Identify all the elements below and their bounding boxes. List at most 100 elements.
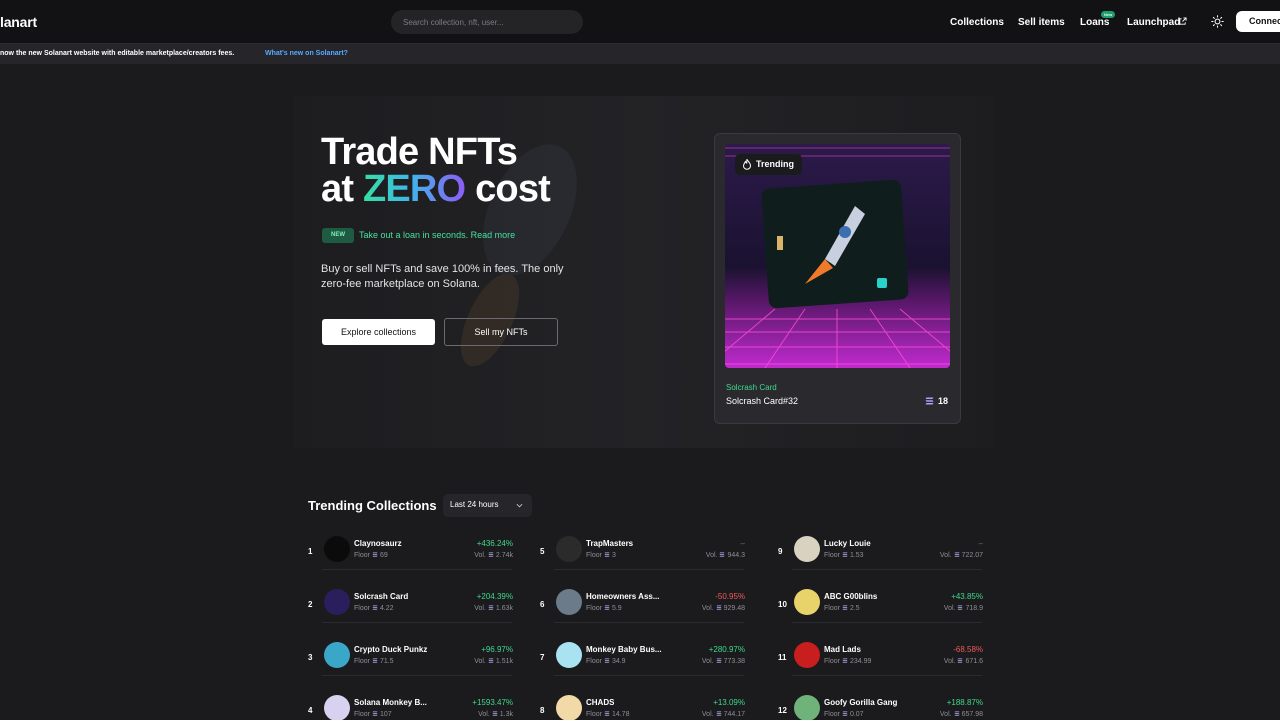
floor-label: Floor: [354, 658, 370, 665]
loan-read-more-link[interactable]: Take out a loan in seconds. Read more: [359, 230, 515, 240]
collection-volume: Vol. 944.3: [706, 552, 745, 559]
sun-icon[interactable]: [1211, 15, 1224, 28]
collection-row[interactable]: 6 Homeowners Ass... Floor 5.9 -50.95% Vol. 929…: [540, 589, 745, 642]
vol-label: Vol.: [701, 711, 714, 718]
logo[interactable]: lanart: [0, 14, 37, 30]
collection-floor: Floor 4.22: [354, 605, 394, 612]
floor-label: Floor: [354, 711, 370, 718]
collection-change: +436.24%: [476, 539, 513, 548]
collection-name[interactable]: Lucky Louie: [824, 539, 871, 548]
collection-name[interactable]: Solana Monkey B...: [354, 698, 427, 707]
collection-change: +188.87%: [946, 698, 983, 707]
floor-value: 14.78: [611, 711, 630, 718]
vol-label: Vol.: [478, 711, 490, 718]
collection-name[interactable]: Crypto Duck Punkz: [354, 645, 427, 654]
solana-icon: [372, 658, 378, 663]
collection-volume: Vol. 1.3k: [478, 711, 513, 718]
floor-label: Floor: [586, 605, 602, 612]
collection-change: -68.58%: [953, 645, 983, 654]
floor-label: Floor: [824, 658, 840, 665]
volume-value: 773.38: [723, 658, 745, 665]
solana-icon: [954, 552, 960, 557]
collection-avatar[interactable]: [556, 589, 582, 615]
collection-avatar[interactable]: [794, 695, 820, 720]
collection-name[interactable]: CHADS: [586, 698, 614, 707]
collection-row[interactable]: 4 Solana Monkey B... Floor 107 +1593.47% Vol.…: [308, 695, 513, 720]
collection-name[interactable]: Claynosaurz: [354, 539, 402, 548]
sell-my-nfts-button[interactable]: Sell my NFTs: [444, 318, 558, 346]
vol-label: Vol.: [705, 552, 718, 559]
volume-value: 744.17: [723, 711, 745, 718]
collection-rank: 7: [540, 653, 545, 662]
collection-change: +43.85%: [951, 592, 983, 601]
collection-avatar[interactable]: [556, 536, 582, 562]
vol-label: Vol.: [474, 658, 486, 665]
collection-floor: Floor 71.5: [354, 658, 394, 665]
collection-row[interactable]: 10 ABC G00blins Floor 2.5 +43.85% Vol. 718.9: [778, 589, 983, 642]
collection-row[interactable]: 2 Solcrash Card Floor 4.22 +204.39% Vol. 1.63k: [308, 589, 513, 642]
floor-label: Floor: [586, 658, 602, 665]
volume-value: 722.07: [961, 552, 983, 559]
solana-icon: [372, 605, 378, 610]
explore-collections-button[interactable]: Explore collections: [322, 319, 435, 345]
trending-collection-name[interactable]: Solcrash Card: [726, 383, 777, 392]
loans-new-badge: New: [1101, 11, 1116, 18]
collection-row[interactable]: 8 CHADS Floor 14.78 +13.09% Vol. 744.17: [540, 695, 745, 720]
period-select[interactable]: Last 24 hours: [443, 494, 532, 517]
trending-nft-image[interactable]: [725, 144, 950, 368]
floor-value: 234.99: [849, 658, 872, 665]
vol-label: Vol.: [939, 552, 952, 559]
collection-avatar[interactable]: [324, 589, 350, 615]
floor-value: 2.5: [849, 605, 860, 612]
collection-row[interactable]: 7 Monkey Baby Bus... Floor 34.9 +280.97% Vol.…: [540, 642, 745, 695]
volume-value: 671.6: [965, 658, 983, 665]
collection-volume: Vol. 718.9: [944, 605, 983, 612]
banner-whats-new-link[interactable]: What's new on Solanart?: [265, 50, 348, 57]
row-divider: [554, 569, 744, 570]
solana-icon: [372, 711, 378, 716]
collection-name[interactable]: Mad Lads: [824, 645, 861, 654]
collection-row[interactable]: 3 Crypto Duck Punkz Floor 71.5 +96.97% Vol. 1.…: [308, 642, 513, 695]
connect-wallet-button[interactable]: Connect: [1236, 11, 1280, 32]
collection-name[interactable]: TrapMasters: [586, 539, 633, 548]
nav-sell-items[interactable]: Sell items: [1018, 17, 1065, 28]
collection-avatar[interactable]: [324, 642, 350, 668]
collection-row[interactable]: 12 Goofy Gorilla Gang Floor 0.07 +188.87% Vol…: [778, 695, 983, 720]
floor-value: 71.5: [379, 658, 394, 665]
search-box[interactable]: [391, 10, 583, 34]
collection-avatar[interactable]: [556, 642, 582, 668]
collection-avatar[interactable]: [794, 642, 820, 668]
trending-collections-title: Trending Collections: [308, 498, 437, 513]
collection-avatar[interactable]: [794, 536, 820, 562]
collection-avatar[interactable]: [794, 589, 820, 615]
collection-volume: Vol. 722.07: [940, 552, 983, 559]
nav-collections[interactable]: Collections: [950, 17, 1004, 28]
collection-row[interactable]: 5 TrapMasters Floor 3 – Vol. 944.3: [540, 536, 745, 589]
collection-name[interactable]: Goofy Gorilla Gang: [824, 698, 897, 707]
collection-rank: 12: [778, 706, 787, 715]
floor-label: Floor: [354, 552, 370, 559]
collection-rank: 6: [540, 600, 545, 609]
collection-name[interactable]: ABC G00blins: [824, 592, 877, 601]
trending-nft-name: Solcrash Card#32: [726, 396, 799, 406]
nav-loans[interactable]: Loans: [1080, 17, 1109, 28]
announcement-banner: now the new Solanart website with editab…: [0, 43, 1280, 64]
collection-name[interactable]: Homeowners Ass...: [586, 592, 660, 601]
search-input[interactable]: [403, 10, 575, 34]
collection-volume: Vol. 744.17: [702, 711, 745, 718]
hero-title-at: at: [321, 168, 363, 210]
collection-name[interactable]: Solcrash Card: [354, 592, 408, 601]
collection-rank: 2: [308, 600, 313, 609]
collection-avatar[interactable]: [324, 536, 350, 562]
collection-change: +280.97%: [708, 645, 745, 654]
row-divider: [554, 675, 744, 676]
collection-row[interactable]: 1 Claynosaurz Floor 69 +436.24% Vol. 2.74k: [308, 536, 513, 589]
solana-icon: [954, 711, 960, 716]
collection-row[interactable]: 9 Lucky Louie Floor 1.53 – Vol. 722.07: [778, 536, 983, 589]
collection-name[interactable]: Monkey Baby Bus...: [586, 645, 662, 654]
nav-launchpad[interactable]: Launchpad: [1127, 17, 1180, 28]
floor-label: Floor: [586, 711, 602, 718]
collection-avatar[interactable]: [556, 695, 582, 720]
collection-avatar[interactable]: [324, 695, 350, 720]
collection-row[interactable]: 11 Mad Lads Floor 234.99 -68.58% Vol. 671.6: [778, 642, 983, 695]
